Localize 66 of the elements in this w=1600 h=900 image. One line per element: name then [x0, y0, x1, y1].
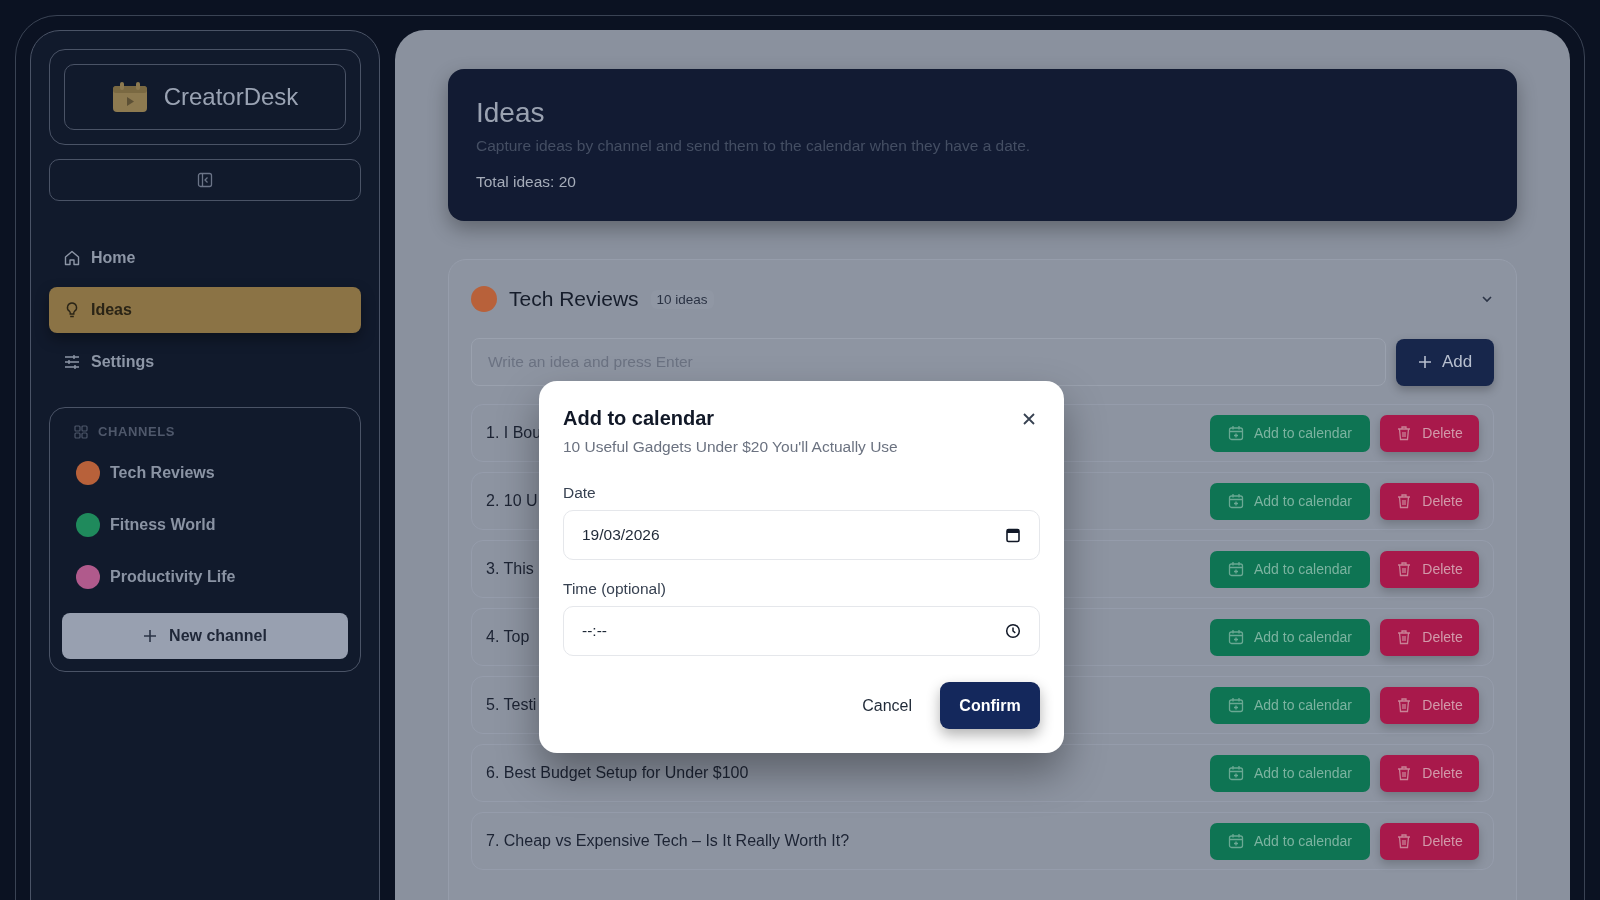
add-to-calendar-button[interactable]: Add to calendar	[1210, 822, 1370, 860]
trash-icon	[1396, 493, 1413, 509]
calendar-plus-icon	[1227, 765, 1244, 781]
channel-item[interactable]: Tech Reviews	[62, 447, 348, 499]
trash-icon	[1396, 697, 1413, 713]
idea-title: 2. 10 U	[486, 492, 538, 510]
idea-title: 3. This	[486, 560, 534, 578]
add-to-calendar-button[interactable]: Add to calendar	[1210, 686, 1370, 724]
delete-button[interactable]: Delete	[1380, 618, 1479, 656]
time-field[interactable]: --:--	[563, 606, 1040, 656]
add-button[interactable]: Add	[1396, 338, 1494, 386]
delete-button[interactable]: Delete	[1380, 754, 1479, 792]
calendar-plus-icon	[1227, 425, 1244, 441]
add-to-calendar-button[interactable]: Add to calendar	[1210, 414, 1370, 452]
delete-button[interactable]: Delete	[1380, 822, 1479, 860]
calendar-icon[interactable]	[1005, 527, 1021, 543]
field-label: Date	[563, 484, 596, 502]
trash-icon	[1396, 425, 1413, 441]
delete-button[interactable]: Delete	[1380, 482, 1479, 520]
delete-button[interactable]: Delete	[1380, 686, 1479, 724]
clock-icon[interactable]	[1005, 623, 1021, 639]
delete-button[interactable]: Delete	[1380, 550, 1479, 588]
close-icon	[1022, 411, 1036, 426]
nav-item[interactable]: Home	[49, 235, 361, 281]
trash-icon	[1396, 765, 1413, 781]
trash-icon	[1396, 629, 1413, 645]
channel-title: Tech Reviews	[509, 287, 639, 311]
grid-icon	[74, 424, 88, 439]
confirm-button[interactable]: Confirm	[940, 682, 1040, 729]
calendar-plus-icon	[1227, 629, 1244, 645]
channel-item[interactable]: Fitness World	[62, 499, 348, 551]
home-icon	[63, 249, 81, 267]
idea-title: 7. Cheap vs Expensive Tech – Is It Really Worth It?	[486, 832, 850, 850]
sliders-icon	[63, 353, 81, 371]
add-to-calendar-button[interactable]: Add to calendar	[1210, 550, 1370, 588]
add-to-calendar-button[interactable]: Add to calendar	[1210, 618, 1370, 656]
dialog-title: Add to calendar	[563, 407, 715, 430]
dialog-subtitle: 10 Useful Gadgets Under $20 You'll Actually Use	[563, 438, 899, 456]
idea-title: 5. Testi	[486, 696, 537, 714]
sidebar-collapse-icon	[197, 172, 213, 188]
app-name: CreatorDesk	[163, 83, 299, 111]
plus-icon	[143, 629, 158, 643]
calendar-plus-icon	[1227, 833, 1244, 849]
calendar-plus-icon	[1227, 561, 1244, 577]
trash-icon	[1396, 561, 1413, 577]
date-field[interactable]: 19/03/2026	[563, 510, 1040, 560]
calendar-plus-icon	[1227, 493, 1244, 509]
add-to-calendar-button[interactable]: Add to calendar	[1210, 754, 1370, 792]
channel-item[interactable]: Productivity Life	[62, 551, 348, 603]
idea-title: 4. Top	[486, 628, 530, 646]
new-channel-button[interactable]: New channel	[62, 613, 348, 659]
idea-title: 6. Best Budget Setup for Under $100	[486, 764, 749, 782]
cancel-button[interactable]: Cancel	[850, 686, 924, 725]
channels-heading: CHANNELS	[98, 424, 176, 439]
plus-icon	[1417, 355, 1432, 369]
calendar-plus-icon	[1227, 697, 1244, 713]
delete-button[interactable]: Delete	[1380, 414, 1479, 452]
calendar-play-icon	[111, 81, 148, 113]
trash-icon	[1396, 833, 1413, 849]
field-label: Time (optional)	[563, 580, 666, 598]
nav-item[interactable]: Ideas	[49, 287, 361, 333]
total-ideas: Total ideas: 20	[476, 173, 577, 191]
add-to-calendar-button[interactable]: Add to calendar	[1210, 482, 1370, 520]
page-title: Ideas	[476, 97, 546, 129]
nav-item[interactable]: Settings	[49, 339, 361, 385]
logo-box[interactable]: CreatorDesk	[64, 64, 346, 130]
